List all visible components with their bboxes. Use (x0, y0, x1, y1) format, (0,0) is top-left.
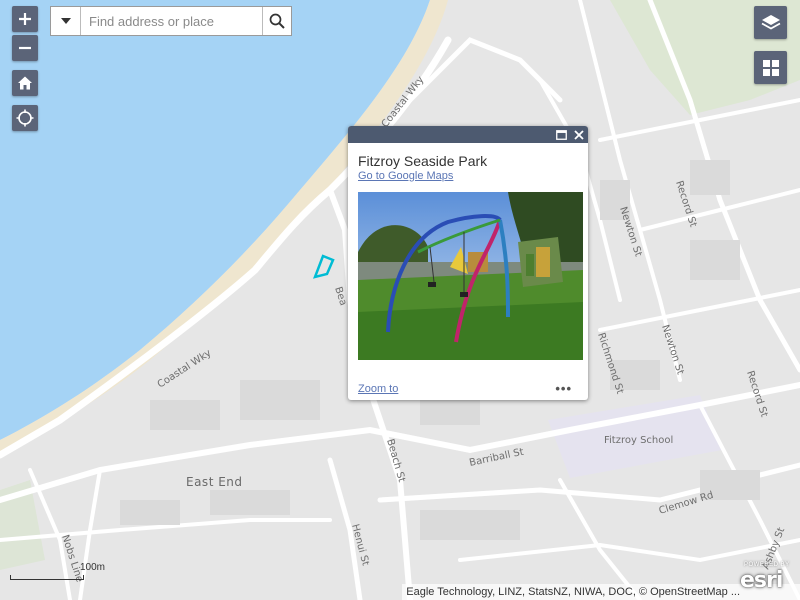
search-widget (50, 6, 292, 36)
caret-down-icon (60, 18, 71, 24)
close-icon (574, 129, 584, 140)
search-source-dropdown[interactable] (51, 7, 81, 35)
grid-icon (762, 59, 779, 76)
popup-title: Fitzroy Seaside Park (358, 153, 488, 169)
plus-icon (19, 13, 31, 25)
search-input[interactable] (81, 7, 262, 35)
zoom-in-button[interactable] (12, 6, 38, 32)
zoom-out-button[interactable] (12, 35, 38, 61)
feature-popup: Fitzroy Seaside Park Go to Google Maps Z… (348, 126, 588, 400)
home-button[interactable] (12, 70, 38, 96)
scale-bar-label: 100m (80, 562, 106, 573)
home-icon (18, 76, 32, 90)
layers-button[interactable] (754, 6, 787, 39)
close-button[interactable] (572, 128, 586, 142)
label-east-end: East End (186, 475, 243, 489)
park-photo (358, 192, 583, 360)
layers-icon (761, 14, 780, 30)
google-maps-link[interactable]: Go to Google Maps (358, 170, 578, 182)
maximize-button[interactable] (554, 128, 568, 142)
more-actions-button[interactable]: ••• (555, 381, 572, 396)
scale-bar: 100m (10, 562, 185, 580)
locate-icon (16, 109, 34, 127)
popup-header (348, 126, 588, 143)
zoom-to-link[interactable]: Zoom to (358, 383, 398, 395)
maximize-icon (555, 129, 567, 140)
scale-bar-line (10, 575, 84, 580)
basemap-gallery-button[interactable] (754, 51, 787, 84)
esri-logo[interactable]: POWERED BY esri (740, 562, 794, 596)
search-icon (269, 13, 285, 29)
search-button[interactable] (262, 7, 291, 35)
label-fitzroy-school: Fitzroy School (604, 435, 673, 446)
minus-icon (19, 46, 31, 50)
esri-wordmark: esri (740, 568, 783, 593)
locate-button[interactable] (12, 105, 38, 131)
